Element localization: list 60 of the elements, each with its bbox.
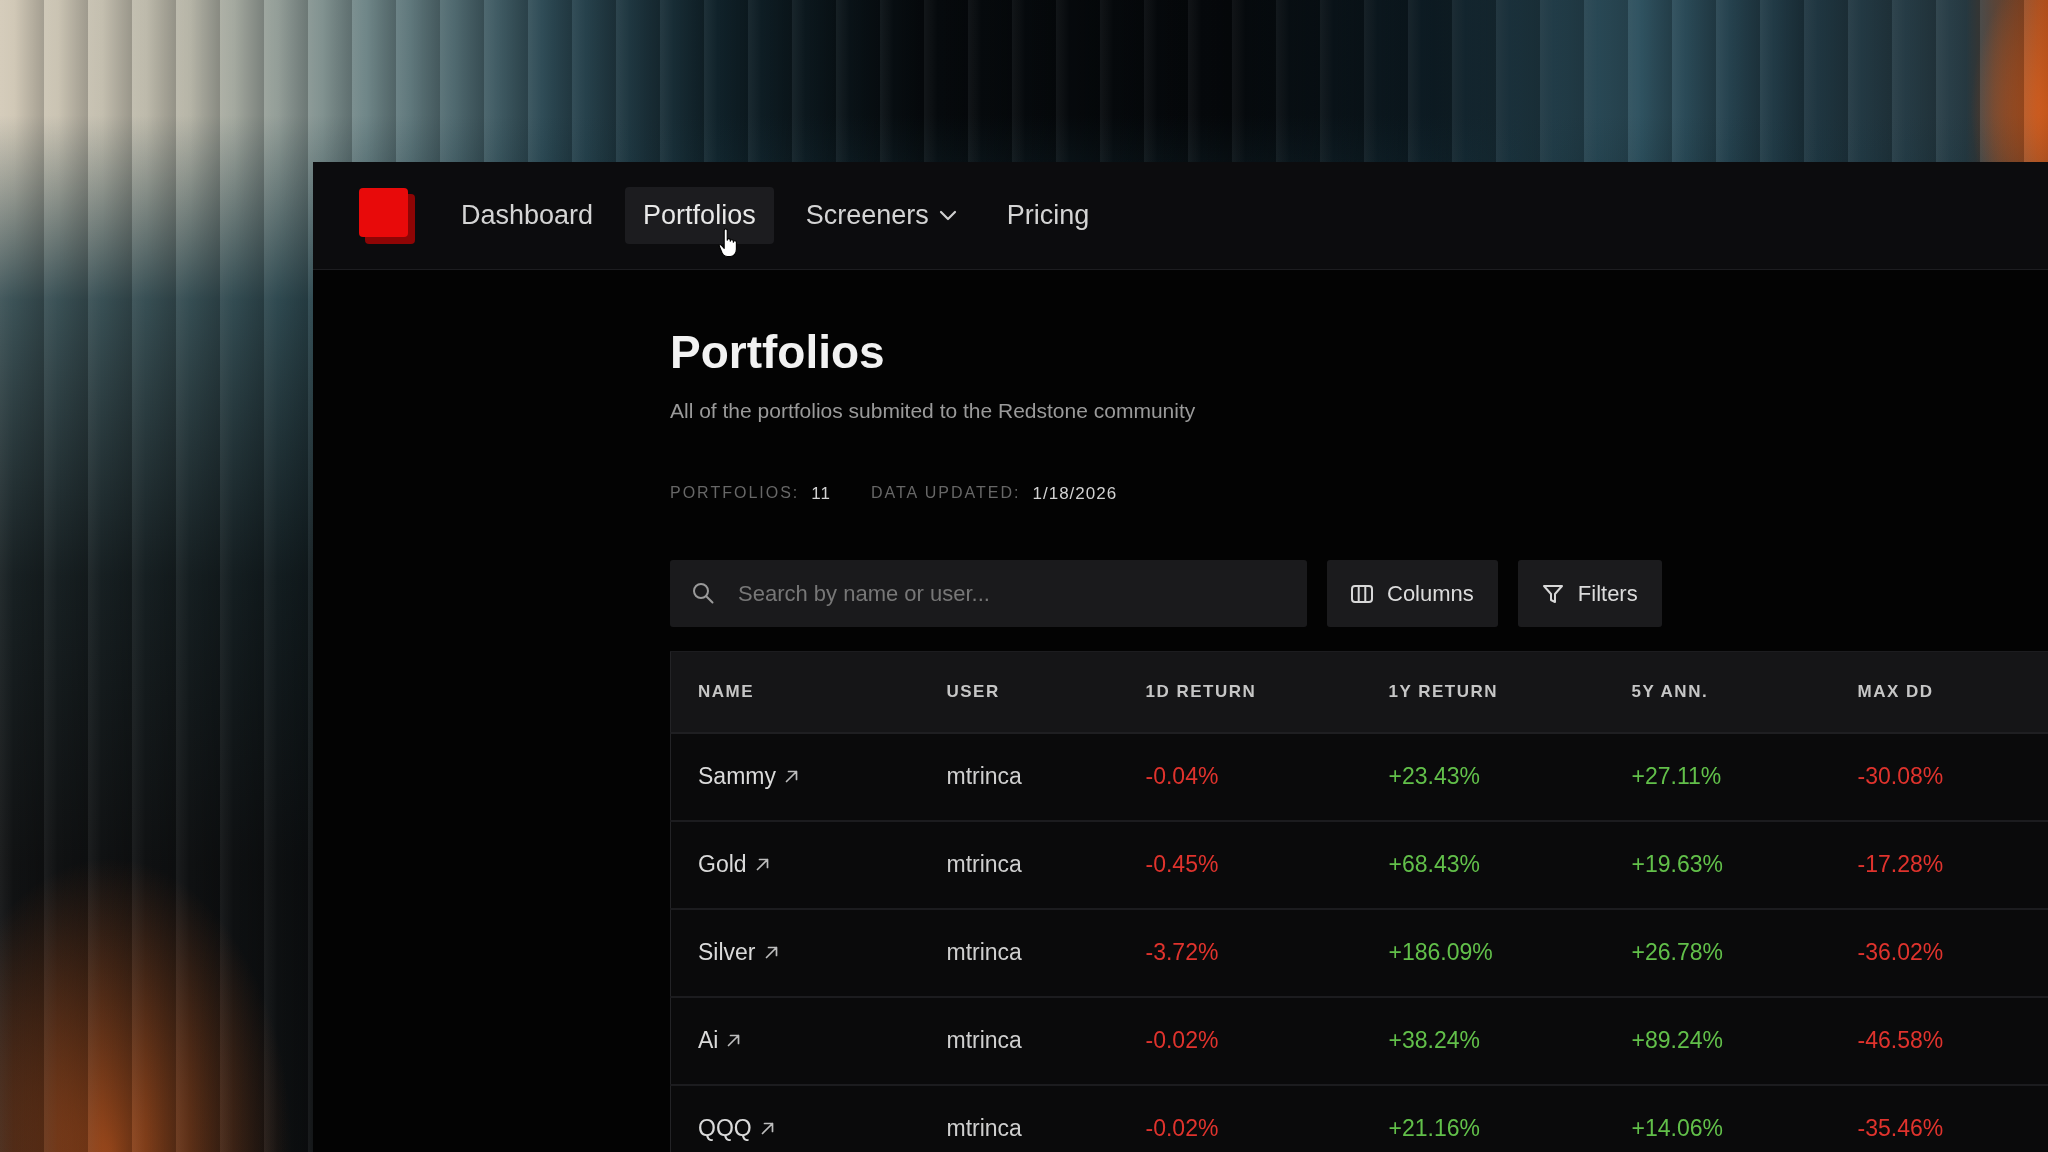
stat-label: PORTFOLIOS:: [670, 483, 800, 504]
nav-tab[interactable]: Pricing: [988, 187, 1108, 244]
percentage-value: -46.58%: [1857, 1027, 1944, 1054]
percentage-value: +23.43%: [1388, 763, 1480, 790]
arrow-up-right-icon: [784, 770, 798, 784]
column-header: 1D RETURN: [1145, 682, 1257, 702]
page-title: Portfolios: [670, 325, 886, 380]
portfolio-link[interactable]: QQQ: [698, 1111, 774, 1146]
columns-icon: [1351, 583, 1373, 604]
percentage-value: -0.04%: [1145, 763, 1219, 790]
percentage-value: -35.46%: [1857, 1115, 1944, 1142]
nav-tab[interactable]: Dashboard: [443, 187, 612, 244]
percentage-value: -17.28%: [1857, 851, 1944, 878]
portfolio-link[interactable]: Gold: [698, 847, 769, 882]
chevron-down-icon: [938, 210, 957, 221]
username: mtrinca: [946, 939, 1022, 966]
percentage-value: +26.78%: [1631, 939, 1723, 966]
hand-cursor-icon: [718, 228, 738, 258]
percentage-value: -0.45%: [1145, 851, 1219, 878]
logo-icon: [359, 187, 415, 244]
filters-button[interactable]: Filters: [1517, 560, 1662, 628]
arrow-up-right-icon: [764, 946, 778, 960]
column-header: 1Y RETURN: [1388, 682, 1499, 702]
percentage-value: -0.02%: [1145, 1027, 1219, 1054]
funnel-icon: [1541, 583, 1564, 604]
portfolio-link[interactable]: Ai: [698, 1023, 741, 1058]
column-header: NAME: [698, 682, 755, 702]
column-header: 5Y ANN.: [1631, 682, 1709, 702]
column-header: USER: [946, 682, 1000, 702]
stat-label: DATA UPDATED:: [870, 483, 1021, 504]
percentage-value: +27.11%: [1631, 763, 1722, 790]
percentage-value: +68.43%: [1388, 851, 1480, 878]
portfolio-link[interactable]: Sammy: [698, 759, 798, 794]
percentage-value: +186.09%: [1388, 939, 1493, 966]
percentage-value: +38.24%: [1388, 1027, 1480, 1054]
percentage-value: -0.02%: [1145, 1115, 1219, 1142]
nav-dropdown[interactable]: Screeners: [787, 187, 975, 244]
percentage-value: -3.72%: [1145, 939, 1219, 966]
percentage-value: -36.02%: [1857, 939, 1944, 966]
columns-button[interactable]: Columns: [1327, 560, 1498, 628]
username: mtrinca: [946, 1115, 1022, 1142]
arrow-up-right-icon: [727, 1034, 741, 1048]
percentage-value: -30.08%: [1857, 763, 1944, 790]
percentage-value: +21.16%: [1388, 1115, 1480, 1142]
page-subtitle: All of the portfolios submited to the Redstone community: [670, 398, 1197, 425]
search-field[interactable]: Search by name or user...: [670, 560, 1307, 628]
portfolio-link[interactable]: Silver: [698, 935, 778, 970]
arrow-up-right-icon: [755, 858, 769, 872]
percentage-value: +14.06%: [1631, 1115, 1723, 1142]
column-header: MAX DD: [1857, 682, 1934, 702]
username: mtrinca: [946, 763, 1022, 790]
stat-value: 11: [811, 482, 831, 505]
percentage-value: +19.63%: [1631, 851, 1723, 878]
percentage-value: +89.24%: [1631, 1027, 1723, 1054]
search-icon: [692, 582, 714, 605]
nav-tab[interactable]: Portfolios: [625, 187, 774, 244]
username: mtrinca: [946, 1027, 1022, 1054]
arrow-up-right-icon: [760, 1122, 774, 1136]
stat-value: 1/18/2026: [1032, 482, 1118, 505]
username: mtrinca: [946, 851, 1022, 878]
